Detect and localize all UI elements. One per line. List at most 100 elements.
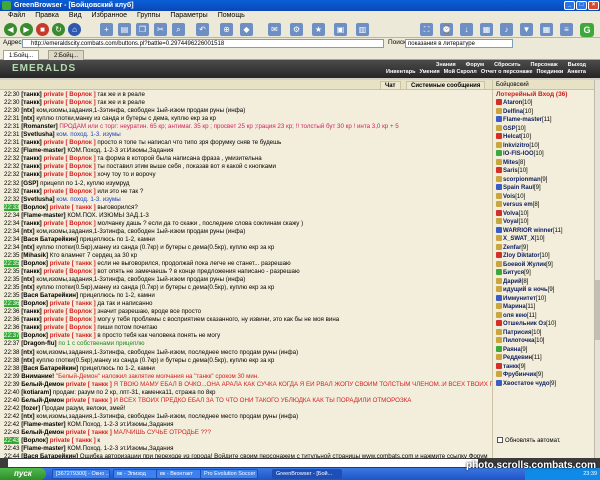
private-target[interactable]: [ Ворлок ]: [66, 139, 96, 146]
message-time[interactable]: 22:40: [4, 389, 19, 396]
back-icon[interactable]: ◀: [4, 23, 17, 36]
menu-view[interactable]: Вид: [69, 11, 82, 21]
private-target[interactable]: [ Ворлок ]: [66, 308, 96, 315]
private-target[interactable]: [ Ворлок ]: [66, 188, 96, 195]
user-name[interactable]: Voyal: [503, 219, 519, 225]
user-name[interactable]: Saris: [503, 168, 518, 174]
message-time[interactable]: 22:35: [4, 292, 19, 299]
user-list-item[interactable]: оля кею[11]: [493, 311, 594, 321]
private-target[interactable]: [ Ворлок ]: [66, 163, 96, 170]
message-time[interactable]: 22:37: [4, 332, 20, 340]
chat-input[interactable]: [8, 459, 478, 467]
message-time[interactable]: 22:34: [4, 228, 19, 235]
nav-profile[interactable]: Анкета: [567, 69, 586, 75]
menu-favorites[interactable]: Избранное: [92, 11, 127, 21]
tab-1[interactable]: 1:Бойц...: [3, 50, 40, 60]
user-list-item[interactable]: Inkvizitro[10]: [493, 141, 594, 151]
taskbar-item[interactable]: [367279300] - Окно ...: [52, 469, 110, 479]
user-name[interactable]: Spain Raul: [503, 185, 534, 191]
private-target[interactable]: [ танкк ]: [88, 381, 112, 388]
plugin-icon[interactable]: ▦: [480, 23, 493, 36]
user-list-item[interactable]: Иммунитет[10]: [493, 294, 594, 304]
message-author[interactable]: [Flame-master]: [21, 212, 65, 219]
history-icon[interactable]: ⌚: [440, 23, 453, 36]
message-time[interactable]: 22:34: [4, 212, 19, 219]
nav-forum[interactable]: Форум: [466, 62, 484, 68]
message-author[interactable]: [Вася Батарейкин]: [21, 365, 78, 372]
menu-groups[interactable]: Группы: [137, 11, 160, 21]
user-name[interactable]: Реддевин: [503, 355, 532, 361]
menu-options[interactable]: Параметры: [170, 11, 207, 21]
message-author[interactable]: [Romanster]: [21, 123, 57, 130]
user-name[interactable]: Inkvizitro: [503, 143, 529, 149]
address-input[interactable]: http://emeraldscity.combats.com/buttons.…: [22, 39, 384, 48]
tools-icon[interactable]: ▣: [334, 23, 347, 36]
user-list-item[interactable]: scorpionman[9]: [493, 175, 594, 185]
bookmark-icon[interactable]: ★: [312, 23, 325, 36]
user-list-item[interactable]: Saris[10]: [493, 167, 594, 176]
user-name[interactable]: Flame-master: [503, 117, 542, 123]
message-time[interactable]: 22:35: [4, 252, 19, 259]
message-author[interactable]: [танкк]: [21, 99, 42, 106]
private-target[interactable]: [ танкк ]: [72, 332, 96, 339]
message-time[interactable]: 22:30: [4, 107, 19, 114]
private-target[interactable]: [ танкк ]: [72, 300, 96, 307]
nav-character[interactable]: Персонаж: [531, 62, 558, 68]
message-author[interactable]: [танкк]: [21, 316, 42, 323]
user-name[interactable]: Отшельник Оз: [503, 321, 546, 327]
message-time[interactable]: 22:38: [4, 365, 19, 372]
message-time[interactable]: 22:31: [4, 115, 19, 122]
message-time[interactable]: 22:35: [4, 276, 19, 283]
message-time[interactable]: 22:43: [4, 429, 19, 436]
nav-my-scroll[interactable]: Мой Скролл: [444, 69, 477, 75]
message-author[interactable]: Внимание!: [21, 373, 54, 380]
message-time[interactable]: 22:40: [4, 397, 19, 404]
message-author[interactable]: Белый-Демон: [21, 429, 64, 436]
message-author[interactable]: [Flame-master]: [21, 421, 65, 428]
tab-2[interactable]: 2:Бойц...: [48, 50, 85, 60]
message-time[interactable]: 22:38: [4, 357, 19, 364]
message-author[interactable]: [Ворлок]: [21, 332, 48, 339]
private-target[interactable]: [ Ворлок ]: [66, 220, 96, 227]
user-list-item[interactable]: Патрисия[10]: [493, 328, 594, 338]
user-name[interactable]: Патрисия: [503, 330, 531, 336]
stop-icon[interactable]: ■: [36, 23, 49, 36]
download-icon[interactable]: ↓: [460, 23, 473, 36]
message-author[interactable]: [танкк]: [21, 139, 42, 146]
message-time[interactable]: 22:43: [4, 445, 19, 452]
message-author[interactable]: Белый-Демон: [21, 397, 64, 404]
private-target[interactable]: [ Ворлок ]: [66, 91, 96, 98]
menu-file[interactable]: Файл: [8, 11, 25, 21]
message-author[interactable]: [Ворлок]: [21, 204, 48, 211]
message-time[interactable]: 22:31: [4, 139, 19, 146]
user-list-item[interactable]: Zloy Diktator[10]: [493, 252, 594, 261]
nav-skills[interactable]: Умения: [419, 69, 439, 75]
user-list-item[interactable]: versus em[8]: [493, 201, 594, 210]
user-name[interactable]: Битуся: [503, 270, 524, 276]
nav-battles[interactable]: Поединки: [537, 69, 564, 75]
taskbar-item[interactable]: Pro Evolution Soccer ...: [200, 469, 258, 479]
message-time[interactable]: 22:36: [4, 324, 19, 331]
message-author[interactable]: Белый-Демон: [21, 381, 64, 388]
message-time[interactable]: 22:31: [4, 123, 19, 130]
list-icon[interactable]: ≡: [560, 23, 573, 36]
private-target[interactable]: [ Ворлок ]: [66, 155, 96, 162]
user-list-item[interactable]: Voyal[10]: [493, 218, 594, 227]
user-name[interactable]: Иммунитет: [503, 296, 536, 302]
private-target[interactable]: [ танкк ]: [88, 397, 112, 404]
new-tab-icon[interactable]: +: [100, 23, 113, 36]
message-author[interactable]: [Ворлок]: [21, 300, 48, 307]
message-time[interactable]: 22:36: [4, 300, 20, 308]
search-icon[interactable]: ⌕: [172, 23, 185, 36]
forward-icon[interactable]: ▶: [20, 23, 33, 36]
message-author[interactable]: [танкк]: [21, 308, 42, 315]
private-target[interactable]: [ Ворлок ]: [66, 171, 96, 178]
user-list-item[interactable]: Zenfar[9]: [493, 243, 594, 253]
user-name[interactable]: Delfina: [503, 109, 523, 115]
user-list-item[interactable]: танкк[9]: [493, 362, 594, 372]
home-icon[interactable]: ⌂: [68, 23, 81, 36]
user-list-item[interactable]: Битуся[9]: [493, 269, 594, 278]
user-name[interactable]: X_SWAT_X: [503, 236, 535, 242]
message-time[interactable]: 22:39: [4, 373, 19, 380]
user-name[interactable]: оля кею: [503, 313, 527, 319]
